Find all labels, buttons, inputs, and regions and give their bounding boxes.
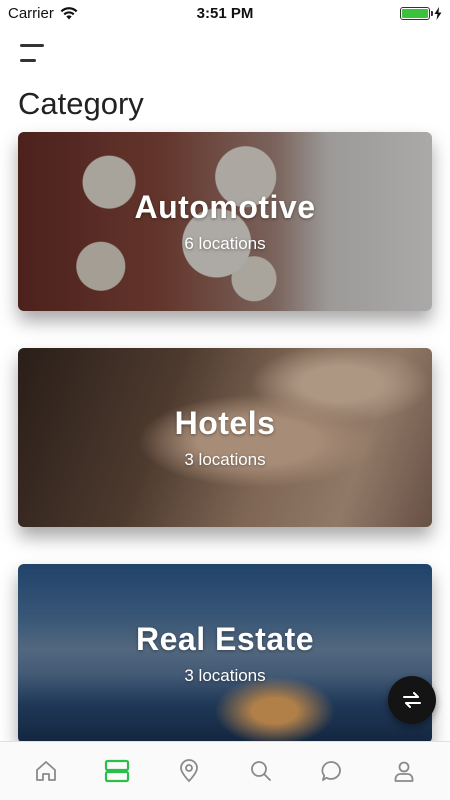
tab-search[interactable] xyxy=(241,751,281,791)
category-location-count: 3 locations xyxy=(184,450,266,469)
hamburger-menu-icon[interactable] xyxy=(20,42,48,64)
category-location-count: 3 locations xyxy=(184,666,266,685)
swap-arrows-button[interactable] xyxy=(388,676,436,724)
category-text: Automotive 6 locations xyxy=(18,132,432,311)
tab-profile[interactable] xyxy=(384,751,424,791)
status-right xyxy=(400,6,442,20)
status-left: Carrier xyxy=(8,5,78,22)
swap-arrows-icon xyxy=(403,692,421,708)
tab-messages[interactable] xyxy=(312,751,352,791)
menu-line xyxy=(20,44,44,47)
category-list-icon xyxy=(105,759,130,783)
tab-categories[interactable] xyxy=(97,751,137,791)
status-bar: Carrier 3:51 PM xyxy=(0,0,450,26)
category-card-hotels[interactable]: Hotels 3 locations xyxy=(18,348,432,527)
category-title: Hotels xyxy=(174,405,276,441)
bottom-tab-bar xyxy=(0,741,450,800)
category-title: Real Estate xyxy=(135,621,315,657)
category-card-real-estate[interactable]: Real Estate 3 locations xyxy=(18,564,432,743)
category-title: Automotive xyxy=(134,189,316,225)
tab-map[interactable] xyxy=(169,751,209,791)
menu-line xyxy=(20,59,36,62)
profile-icon xyxy=(394,761,414,782)
category-list: Automotive 6 locations Hotels 3 location… xyxy=(18,132,432,780)
battery-icon xyxy=(400,6,433,20)
carrier-label: Carrier xyxy=(8,4,54,22)
charging-bolt-icon xyxy=(434,6,442,20)
home-icon xyxy=(35,761,56,781)
category-location-count: 6 locations xyxy=(184,234,266,253)
category-text: Real Estate 3 locations xyxy=(18,564,432,743)
map-pin-icon xyxy=(180,759,199,783)
wifi-icon xyxy=(60,6,78,19)
chat-bubble-icon xyxy=(321,761,342,781)
page-title: Category xyxy=(18,86,144,121)
category-text: Hotels 3 locations xyxy=(18,348,432,527)
category-card-automotive[interactable]: Automotive 6 locations xyxy=(18,132,432,311)
tab-home[interactable] xyxy=(26,751,66,791)
search-icon xyxy=(250,761,271,781)
battery-level xyxy=(402,8,428,18)
